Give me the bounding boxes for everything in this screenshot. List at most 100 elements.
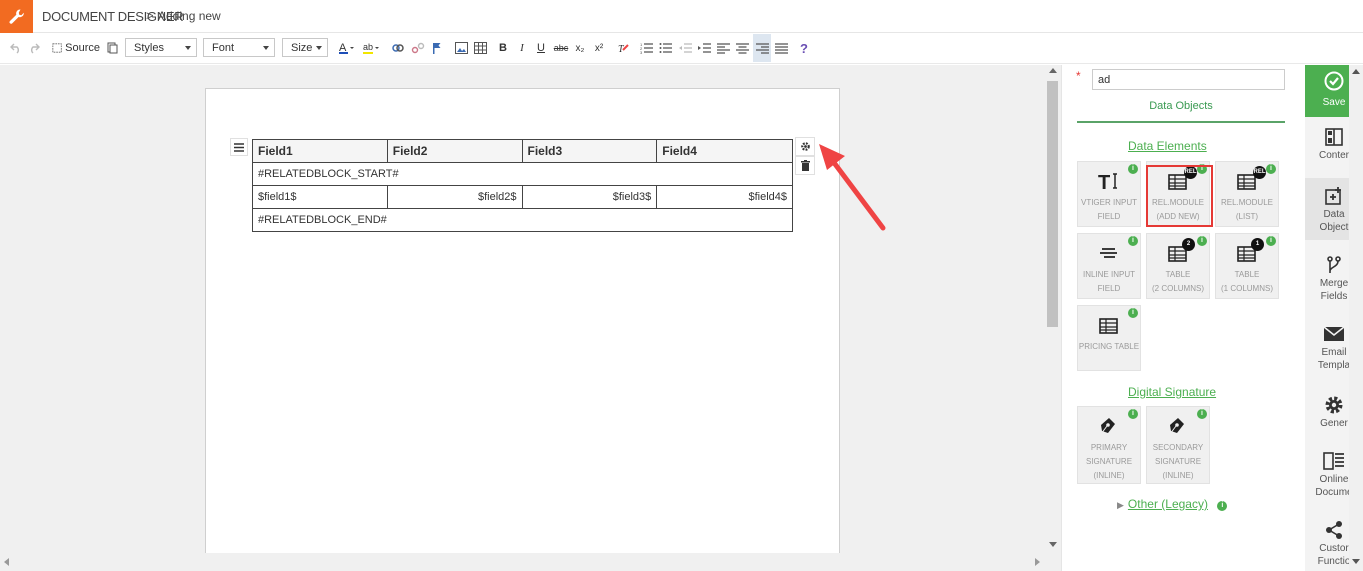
canvas-horizontal-scrollbar[interactable] [0,553,1045,571]
text-cursor-icon: T [1078,171,1140,193]
related-block-start[interactable]: #RELATEDBLOCK_START# [252,162,793,186]
wrench-logo-icon[interactable] [0,0,33,33]
undo-icon[interactable] [8,34,24,62]
tab-data-objects[interactable]: Data Objects [1077,100,1285,112]
tile-secondary-signature[interactable]: SECONDARY SIGNATURE (INLINE) i [1146,406,1210,484]
tile-label-line2: SIGNATURE [1154,457,1202,466]
templates-icon[interactable] [104,34,120,62]
background-color-icon[interactable]: ab [360,34,382,62]
other-legacy-toggle[interactable]: ▶ Other (Legacy) i [1117,497,1228,511]
scroll-up-arrow-icon[interactable] [1049,68,1057,73]
font-select-value: Font [212,41,235,54]
underline-button[interactable]: U [534,34,548,62]
tile-table-1-column[interactable]: 1 TABLE (1 COLUMNS) i [1215,233,1279,299]
rail-scroll-up-icon[interactable] [1352,69,1360,74]
unlink-icon[interactable] [410,34,426,62]
strikethrough-button[interactable]: abc [553,34,569,62]
related-block-table[interactable]: Field1 Field2 Field3 Field4 #RELATEDBLOC… [252,139,793,232]
highlight-box-annotation [1146,165,1213,227]
section-title-digital-signature[interactable]: Digital Signature [1128,385,1216,399]
table-header-cell[interactable]: Field3 [521,139,658,163]
table-field-cell[interactable]: $field3$ [521,185,658,209]
expand-caret-icon: ▶ [1117,500,1124,510]
table-header-cell[interactable]: Field2 [386,139,523,163]
table-rel-icon [1216,171,1278,193]
canvas-vertical-scrollbar[interactable] [1045,65,1061,553]
related-block-end[interactable]: #RELATEDBLOCK_END# [252,208,793,232]
info-icon[interactable]: i [1128,164,1138,174]
table-icon [1147,243,1209,265]
link-icon[interactable] [390,34,406,62]
table-header-cell[interactable]: Field1 [252,139,388,163]
tile-label-line2: FIELD [1097,212,1121,221]
tile-pricing-table[interactable]: PRICING TABLE i [1077,305,1141,371]
canvas-scroll-thumb[interactable] [1047,81,1058,327]
redo-icon[interactable] [26,34,42,62]
table-field-cell[interactable]: $field4$ [656,185,793,209]
styles-select-value: Styles [134,41,164,54]
columns-badge: 2 [1182,238,1195,251]
table-field-cell[interactable]: $field2$ [386,185,523,209]
italic-button[interactable]: I [515,34,529,62]
styles-select[interactable]: Styles [125,38,197,57]
indent-icon[interactable] [696,34,712,62]
table-settings-gear-icon[interactable] [795,137,815,156]
source-button[interactable]: Source [52,34,100,62]
bold-button[interactable]: B [496,34,510,62]
rail-scrollbar[interactable] [1349,65,1363,571]
info-icon[interactable]: i [1128,308,1138,318]
table-insert-icon[interactable] [472,34,488,62]
info-icon[interactable]: i [1266,236,1276,246]
scroll-right-arrow-icon[interactable] [1035,558,1040,566]
text-color-icon[interactable]: A [336,34,356,62]
rel-badge: REL [1253,166,1266,179]
svg-text:ab: ab [363,42,373,52]
info-icon[interactable]: i [1128,236,1138,246]
breadcrumb-separator: > [146,8,154,23]
outdent-icon[interactable] [677,34,693,62]
svg-text:3: 3 [640,50,643,54]
align-justify-icon[interactable] [773,34,789,62]
scroll-down-arrow-icon[interactable] [1049,542,1057,547]
tile-label-line1: INLINE INPUT [1082,270,1135,279]
red-arrow-annotation-icon [819,144,886,231]
align-right-icon[interactable] [753,34,771,62]
tile-label-line3: (INLINE) [1162,471,1194,480]
section-title-data-elements[interactable]: Data Elements [1128,139,1207,153]
scroll-left-arrow-icon[interactable] [4,558,9,566]
subscript-button[interactable]: x₂ [573,34,587,62]
font-select[interactable]: Font [203,38,275,57]
tile-table-2-columns[interactable]: 2 TABLE (2 COLUMNS) i [1146,233,1210,299]
remove-format-icon[interactable]: T [615,34,631,62]
align-center-icon[interactable] [734,34,750,62]
numbered-list-icon[interactable]: 123 [638,34,654,62]
help-button[interactable]: ? [797,34,811,62]
info-icon[interactable]: i [1128,409,1138,419]
tile-label-line3: (INLINE) [1093,471,1125,480]
tab-active-underline [1077,121,1285,123]
image-icon[interactable] [453,34,469,62]
tile-label-line1: SECONDARY [1152,443,1204,452]
info-icon[interactable]: i [1217,501,1228,511]
tile-inline-input-field[interactable]: INLINE INPUT FIELD i [1077,233,1141,299]
info-icon[interactable]: i [1197,236,1207,246]
table-drag-handle-icon[interactable] [230,138,248,156]
superscript-button[interactable]: x² [592,34,606,62]
align-left-icon[interactable] [715,34,731,62]
tile-label-line2: SIGNATURE [1085,457,1133,466]
tile-rel-module-list[interactable]: REL REL.MODULE (LIST) i [1215,161,1279,227]
rail-scroll-down-icon[interactable] [1352,559,1360,564]
editor-toolbar: Source Styles Font Size A ab B I U abc x… [0,34,1363,64]
tile-primary-signature[interactable]: PRIMARY SIGNATURE (INLINE) i [1077,406,1141,484]
search-input[interactable] [1092,69,1285,90]
tile-vtiger-input-field[interactable]: T VTIGER INPUT FIELD i [1077,161,1141,227]
table-header-cell[interactable]: Field4 [656,139,793,163]
table-field-cell[interactable]: $field1$ [252,185,388,209]
info-icon[interactable]: i [1266,164,1276,174]
top-bar: DOCUMENT DESIGNER > Adding new [0,0,1363,33]
bulleted-list-icon[interactable] [657,34,673,62]
info-icon[interactable]: i [1197,409,1207,419]
anchor-flag-icon[interactable] [430,34,444,62]
size-select[interactable]: Size [282,38,328,57]
table-delete-trash-icon[interactable] [795,156,815,175]
